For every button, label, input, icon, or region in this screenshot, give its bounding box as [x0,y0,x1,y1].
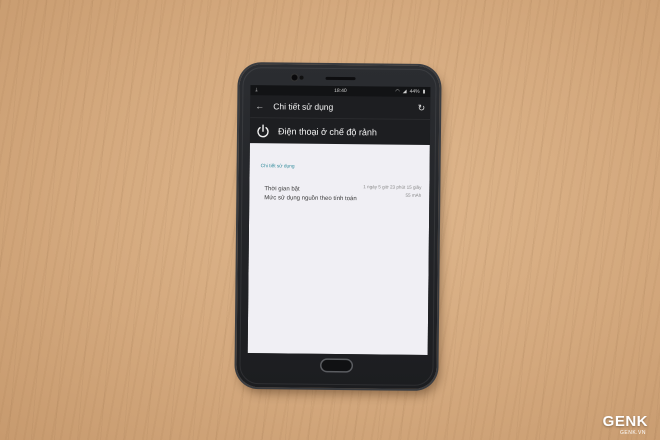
detail-label: Mức sử dụng nguồn theo tính toán [264,195,357,203]
refresh-icon[interactable]: ↻ [418,102,426,113]
usage-details-panel: Chi tiết sử dụng Thời gian bật 1 ngày 5 … [247,143,430,355]
home-button[interactable] [321,359,352,372]
section-label: Chi tiết sử dụng [260,164,295,170]
earpiece-speaker [325,76,356,81]
phone-screen: ⤓ 18:40 ◠ ◢ 44% ▮ ← Chi tiết sử dụng ↻ Đ… [247,85,431,355]
status-time: 18:40 [334,87,347,95]
detail-value: 1 ngày 5 giờ 23 phút 15 giây [363,184,422,190]
app-bar: ← Chi tiết sử dụng ↻ [250,95,431,119]
detail-value: 55 mAh [405,192,422,198]
status-bar: ⤓ 18:40 ◠ ◢ 44% ▮ [250,85,431,97]
smartphone: ⤓ 18:40 ◠ ◢ 44% ▮ ← Chi tiết sử dụng ↻ Đ… [236,63,440,390]
back-arrow-icon[interactable]: ← [255,101,269,111]
detail-row-power-use: Mức sử dụng nguồn theo tính toán 55 mAh [264,192,422,202]
page-title: Chi tiết sử dụng [273,101,334,112]
detail-row-on-time: Thời gian bật 1 ngày 5 giờ 23 phút 15 gi… [264,184,422,192]
detail-label: Thời gian bật [264,186,300,193]
proximity-sensor [299,75,304,80]
power-icon [256,124,270,138]
front-camera [291,74,298,81]
idle-header-title: Điện thoại ở chế độ rảnh [277,126,378,138]
watermark-logo: GENK [602,413,648,430]
idle-header: Điện thoại ở chế độ rảnh [249,117,431,146]
watermark-domain: GENK.VN [619,430,646,436]
